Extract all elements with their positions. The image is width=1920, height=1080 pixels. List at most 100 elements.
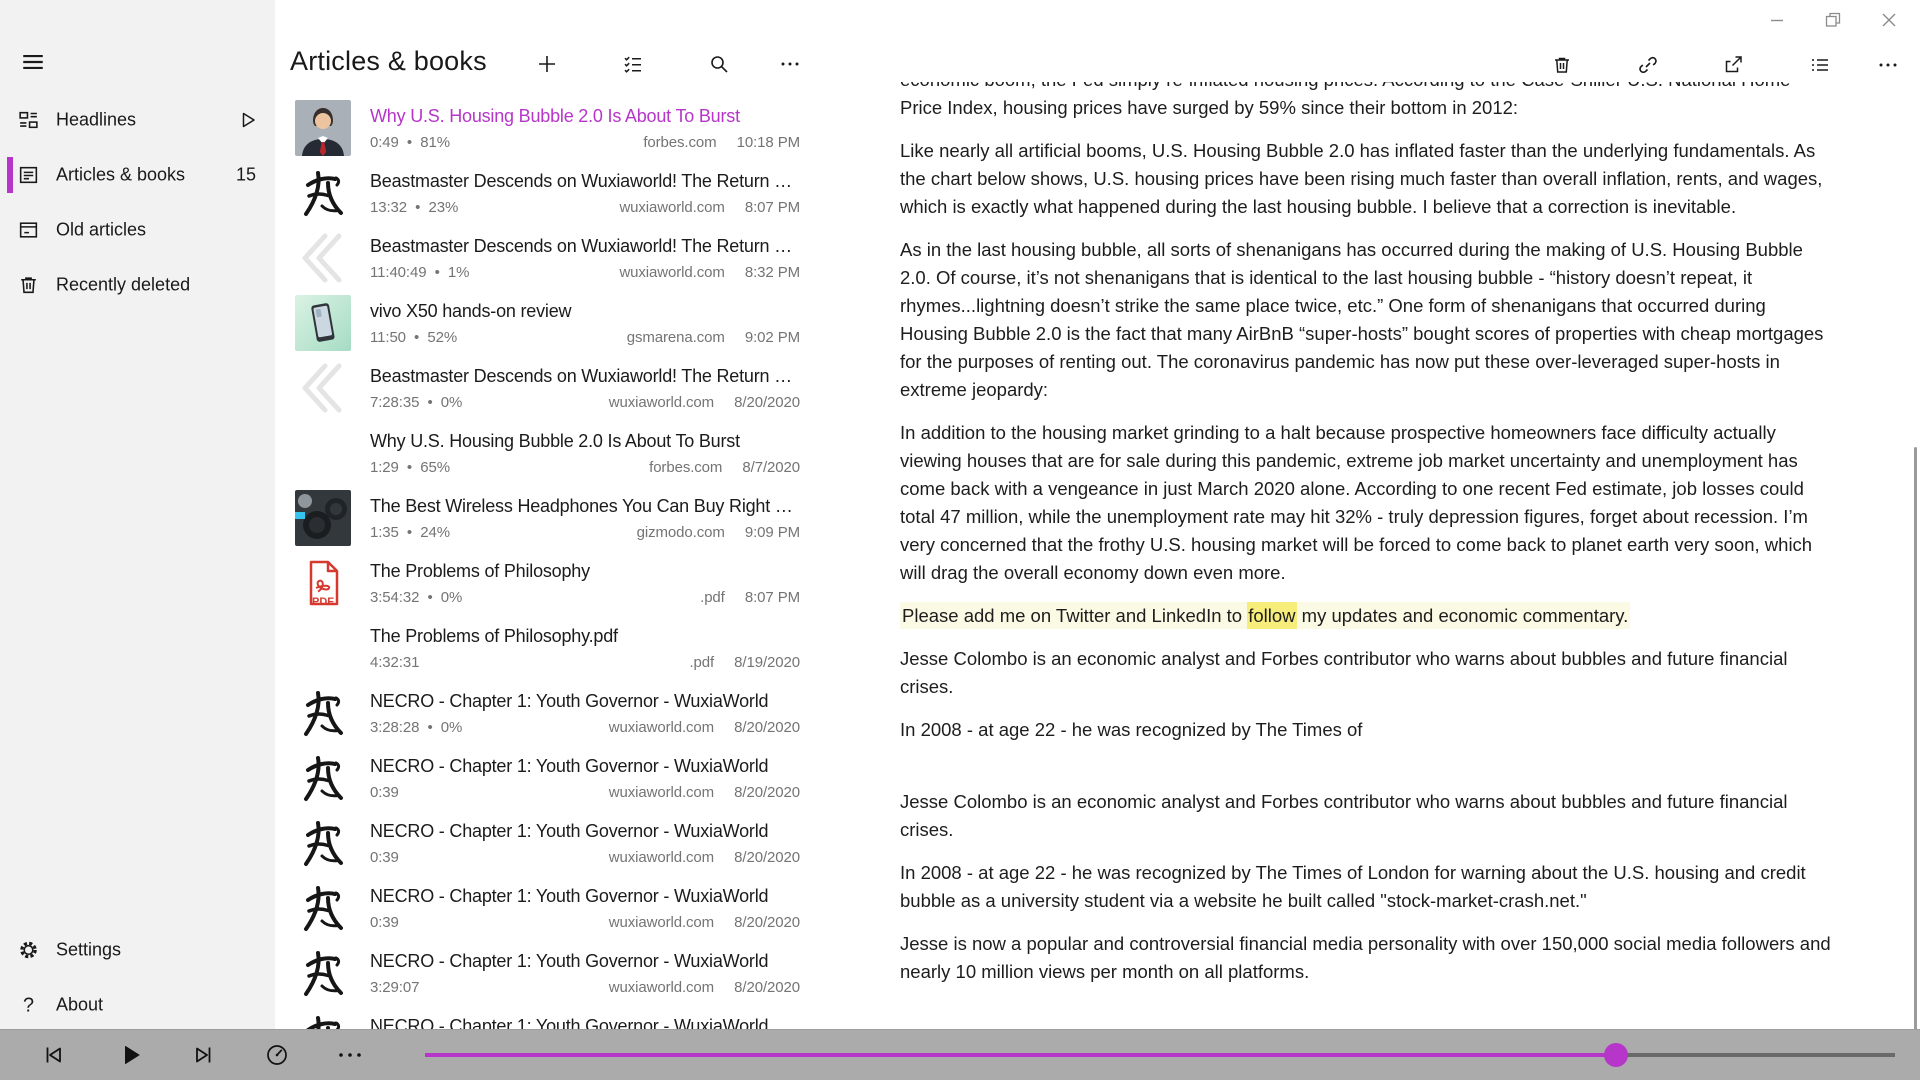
sidebar-item-label: About xyxy=(56,994,103,1015)
share-icon xyxy=(1722,54,1744,76)
minimize-icon xyxy=(1767,10,1787,30)
article-list-item[interactable]: Beastmaster Descends on Wuxiaworld! The … xyxy=(275,358,810,423)
play-icon xyxy=(116,1041,144,1069)
share-button[interactable] xyxy=(1713,45,1753,85)
article-list-item[interactable]: NECRO - Chapter 1: Youth Governor - Wuxi… xyxy=(275,683,810,748)
article-list-item[interactable]: PDF The Problems of Philosophy 3:54:32 •… xyxy=(275,553,810,618)
article-list-item[interactable]: Why U.S. Housing Bubble 2.0 Is About To … xyxy=(275,423,810,488)
article-list-item[interactable]: Beastmaster Descends on Wuxiaworld! The … xyxy=(275,163,810,228)
article-list-item[interactable]: Beastmaster Descends on Wuxiaworld! The … xyxy=(275,228,810,293)
article-list-item[interactable]: NECRO - Chapter 1: Youth Governor - Wuxi… xyxy=(275,943,810,1008)
article-title: Beastmaster Descends on Wuxiaworld! The … xyxy=(370,235,800,258)
article-duration-progress: 1:35 • 24% xyxy=(370,524,450,541)
article-title: NECRO - Chapter 1: Youth Governor - Wuxi… xyxy=(370,820,800,843)
sidebar-item-recently-deleted[interactable]: Recently deleted xyxy=(0,257,275,312)
player-more-button[interactable] xyxy=(330,1035,370,1075)
article-meta: 3:29:07 wuxiaworld.com 8/20/2020 xyxy=(370,979,800,996)
hamburger-menu-button[interactable] xyxy=(6,44,50,82)
delete-icon xyxy=(1551,54,1573,76)
play-button[interactable] xyxy=(110,1035,150,1075)
thumbnail-calligraphy xyxy=(295,880,351,936)
article-duration-progress: 11:40:49 • 1% xyxy=(370,264,469,281)
article-timestamp: 8/20/2020 xyxy=(734,914,800,931)
article-list: Why U.S. Housing Bubble 2.0 Is About To … xyxy=(275,98,810,1029)
app-window: Headlines Articles & books 15 Old articl… xyxy=(0,0,1920,1080)
sidebar-item-old-articles[interactable]: Old articles xyxy=(0,202,275,257)
add-article-button[interactable] xyxy=(527,44,567,84)
article-timestamp: 8/20/2020 xyxy=(734,979,800,996)
tts-highlight-word: follow xyxy=(1247,602,1296,629)
restore-button[interactable] xyxy=(1810,0,1856,40)
copy-link-button[interactable] xyxy=(1628,45,1668,85)
skip-forward-icon xyxy=(190,1041,218,1069)
playback-bar xyxy=(0,1029,1920,1080)
article-duration-progress: 7:28:35 • 0% xyxy=(370,394,462,411)
sidebar-item-headlines[interactable]: Headlines xyxy=(0,92,275,147)
article-meta: 3:28:28 • 0% wuxiaworld.com 8/20/2020 xyxy=(370,719,800,736)
article-meta: 11:50 • 52% gsmarena.com 9:02 PM xyxy=(370,329,800,346)
tts-highlight-sentence: Please add me on Twitter and LinkedIn to… xyxy=(900,602,1630,629)
article-source: gizmodo.com xyxy=(637,524,725,541)
thumbnail-portrait xyxy=(295,100,351,156)
article-list-item[interactable]: NECRO - Chapter 1: Youth Governor - Wuxi… xyxy=(275,748,810,813)
article-source: .pdf xyxy=(689,654,714,671)
sidebar-item-settings[interactable]: Settings xyxy=(0,922,275,977)
reader-scrollbar[interactable] xyxy=(1914,447,1917,1032)
speed-gauge-icon xyxy=(263,1041,291,1069)
reader-more-button[interactable] xyxy=(1868,45,1908,85)
article-list-item[interactable]: Why U.S. Housing Bubble 2.0 Is About To … xyxy=(275,98,810,163)
skip-forward-button[interactable] xyxy=(184,1035,224,1075)
article-title: Why U.S. Housing Bubble 2.0 Is About To … xyxy=(370,430,800,453)
playback-speed-button[interactable] xyxy=(257,1035,297,1075)
close-button[interactable] xyxy=(1866,0,1912,40)
article-timestamp: 10:18 PM xyxy=(737,134,800,151)
delete-article-button[interactable] xyxy=(1542,45,1582,85)
article-paragraph: Jesse Colombo is an economic analyst and… xyxy=(900,788,1835,844)
article-paragraph: Jesse Colombo is an economic analyst and… xyxy=(900,645,1835,701)
article-paragraph: Please add me on Twitter and LinkedIn to… xyxy=(900,602,1835,630)
help-icon: ? xyxy=(17,993,40,1016)
skip-back-button[interactable] xyxy=(33,1035,73,1075)
article-paragraph: As in the last housing bubble, all sorts… xyxy=(900,236,1835,404)
article-meta: 0:49 • 81% forbes.com 10:18 PM xyxy=(370,134,800,151)
sidebar-item-label: Old articles xyxy=(56,219,146,240)
search-button[interactable] xyxy=(699,44,739,84)
article-source: wuxiaworld.com xyxy=(609,719,714,736)
sidebar-item-label: Settings xyxy=(56,939,121,960)
article-list-item[interactable]: NECRO - Chapter 1: Youth Governor - Wuxi… xyxy=(275,813,810,878)
minimize-button[interactable] xyxy=(1754,0,1800,40)
multiselect-button[interactable] xyxy=(613,44,653,84)
article-duration-progress: 3:54:32 • 0% xyxy=(370,589,462,606)
article-list-item[interactable]: NECRO - Chapter 1: Youth Governor - Wuxi… xyxy=(275,1008,810,1029)
thumbnail-calligraphy xyxy=(295,750,351,806)
article-title: Beastmaster Descends on Wuxiaworld! The … xyxy=(370,170,800,193)
article-meta: 11:40:49 • 1% wuxiaworld.com 8:32 PM xyxy=(370,264,800,281)
article-timestamp: 8/20/2020 xyxy=(734,719,800,736)
article-list-item[interactable]: NECRO - Chapter 1: Youth Governor - Wuxi… xyxy=(275,878,810,943)
article-meta: 1:29 • 65% forbes.com 8/7/2020 xyxy=(370,459,800,476)
thumbnail-chevrons xyxy=(295,230,351,286)
sidebar-item-about[interactable]: ? About xyxy=(0,977,275,1032)
articles-icon xyxy=(17,163,40,186)
article-list-item[interactable]: vivo X50 hands-on review 11:50 • 52% gsm… xyxy=(275,293,810,358)
outline-button[interactable] xyxy=(1800,45,1840,85)
article-duration-progress: 0:39 xyxy=(370,914,399,931)
article-title: Beastmaster Descends on Wuxiaworld! The … xyxy=(370,365,800,388)
article-duration-progress: 1:29 • 65% xyxy=(370,459,450,476)
play-headlines-icon[interactable] xyxy=(238,110,258,130)
article-meta: 3:54:32 • 0% .pdf 8:07 PM xyxy=(370,589,800,606)
slider-thumb[interactable] xyxy=(1604,1043,1628,1067)
article-meta: 7:28:35 • 0% wuxiaworld.com 8/20/2020 xyxy=(370,394,800,411)
list-more-button[interactable] xyxy=(770,44,810,84)
sidebar-item-articles-books[interactable]: Articles & books 15 xyxy=(0,147,275,202)
more-icon xyxy=(1877,54,1899,76)
article-duration-progress: 13:32 • 23% xyxy=(370,199,458,216)
progress-slider[interactable] xyxy=(425,1030,1895,1080)
article-list-item[interactable]: The Best Wireless Headphones You Can Buy… xyxy=(275,488,810,553)
headlines-icon xyxy=(17,108,40,131)
thumbnail-phone xyxy=(295,295,351,351)
article-timestamp: 8/20/2020 xyxy=(734,849,800,866)
article-duration-progress: 0:39 xyxy=(370,849,399,866)
article-list-item[interactable]: The Problems of Philosophy.pdf 4:32:31 .… xyxy=(275,618,810,683)
article-duration-progress: 0:39 xyxy=(370,784,399,801)
